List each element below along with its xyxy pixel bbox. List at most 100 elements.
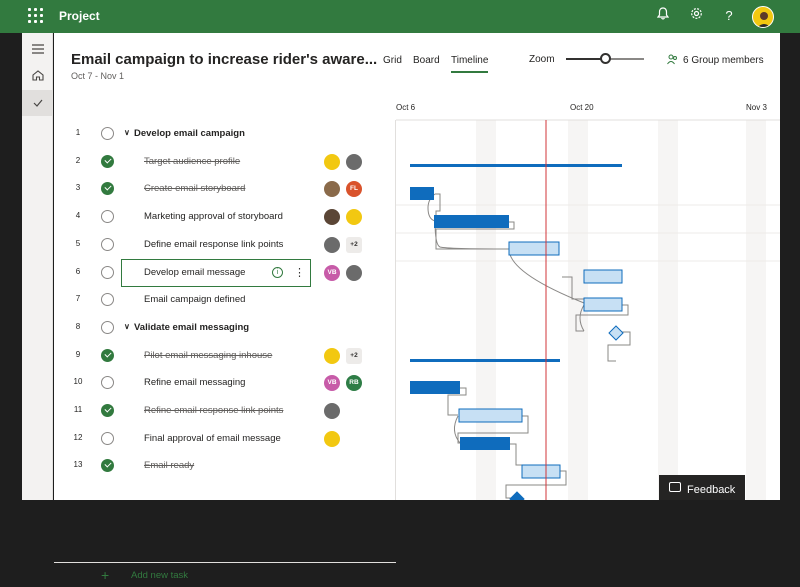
group-members-button[interactable]: 6 Group members (667, 54, 764, 66)
gantt-milestone-task-7[interactable] (608, 325, 624, 341)
task-complete-checkbox[interactable] (101, 459, 114, 473)
task-name[interactable]: Email ready (144, 460, 194, 471)
home-icon[interactable] (22, 64, 53, 90)
task-row[interactable]: 6 i ⋮ Develop email message VB (54, 258, 396, 287)
add-task-row[interactable]: + Add new task (54, 562, 396, 587)
gantt-bar-task-5[interactable] (583, 269, 623, 284)
task-name[interactable]: Create email storyboard (144, 183, 245, 194)
task-name[interactable]: Email campaign defined (144, 294, 245, 305)
zoom-slider[interactable] (566, 53, 644, 64)
timeline-pane: Oct 6 Oct 20 Nov 3 (396, 93, 780, 500)
assignee-avatar[interactable] (324, 209, 340, 226)
task-checkbox[interactable] (101, 265, 114, 279)
task-checkbox[interactable] (101, 320, 114, 334)
assignee-avatar[interactable]: VB (324, 264, 340, 281)
gantt-bar-task-2[interactable] (410, 187, 434, 200)
assignee-avatar[interactable] (324, 347, 340, 364)
app-launcher-icon[interactable] (28, 8, 44, 24)
task-name[interactable]: Pilot email messaging inhouse (144, 350, 272, 361)
assignee-avatar[interactable] (346, 209, 362, 226)
assignee-avatar[interactable] (324, 181, 340, 198)
gantt-group-bar[interactable] (410, 164, 622, 167)
task-row[interactable]: 11 Refine email response link points (54, 397, 396, 425)
add-task-label: Add new task (131, 570, 189, 581)
task-row[interactable]: 7 Email campaign defined (54, 286, 396, 314)
task-checkbox[interactable] (101, 237, 114, 251)
assignee-avatar[interactable] (324, 430, 340, 447)
gear-icon[interactable] (687, 7, 705, 25)
gantt-milestone-task-13[interactable] (509, 491, 525, 500)
task-checkbox[interactable] (101, 210, 114, 224)
gantt-bar-task-3[interactable] (434, 215, 509, 228)
tab-grid[interactable]: Grid (383, 55, 402, 66)
task-name[interactable]: Refine email response link points (144, 405, 283, 416)
task-row[interactable]: 9 Pilot email messaging inhouse +2 (54, 342, 396, 370)
task-complete-checkbox[interactable] (101, 182, 114, 196)
task-row[interactable]: 3 Create email storyboard FL (54, 175, 396, 203)
gantt-bar-task-10[interactable] (458, 408, 523, 423)
gantt-chart (396, 119, 780, 500)
task-name[interactable]: Refine email messaging (144, 377, 245, 388)
more-assignees-badge[interactable]: +2 (346, 236, 362, 253)
task-row[interactable]: 12 Final approval of email message (54, 425, 396, 453)
assignee-avatar[interactable]: FL (346, 181, 362, 198)
task-name[interactable]: Develop email message (144, 267, 245, 278)
left-nav (22, 33, 53, 500)
task-checkbox[interactable] (101, 293, 114, 307)
feedback-button[interactable]: Feedback (659, 475, 745, 500)
user-avatar[interactable] (752, 6, 774, 28)
task-number: 4 (75, 211, 81, 221)
app-name: Project (59, 9, 100, 23)
task-row[interactable]: 8 ∨ Validate email messaging (54, 314, 396, 342)
dependency-lines (427, 193, 631, 499)
task-complete-checkbox[interactable] (101, 404, 114, 417)
task-checkbox[interactable] (101, 431, 114, 445)
gantt-bar-task-6[interactable] (583, 297, 623, 312)
more-options-icon[interactable]: ⋮ (294, 266, 305, 279)
task-row[interactable]: 1 ∨ Develop email campaign (54, 120, 396, 148)
task-name[interactable]: Marketing approval of storyboard (144, 211, 283, 222)
more-assignees-badge[interactable]: +2 (346, 347, 362, 364)
my-tasks-icon[interactable] (22, 90, 53, 116)
assignee-avatar[interactable]: RB (346, 375, 362, 392)
gantt-group-bar[interactable] (410, 359, 560, 362)
task-name[interactable]: Target audience profile (144, 156, 240, 167)
zoom-slider-thumb[interactable] (600, 53, 611, 64)
menu-icon[interactable] (22, 37, 53, 63)
chevron-down-icon[interactable]: ∨ (124, 128, 130, 137)
assignee-avatar[interactable]: VB (324, 375, 340, 392)
task-group-name[interactable]: ∨ Validate email messaging (124, 322, 249, 333)
assignee-avatar[interactable] (324, 236, 340, 253)
task-name[interactable]: Final approval of email message (144, 433, 281, 444)
task-row[interactable]: 2 Target audience profile (54, 148, 396, 176)
plan-title: Email campaign to increase rider's aware… (71, 51, 378, 68)
gantt-bar-task-12[interactable] (521, 464, 561, 479)
task-row[interactable]: 13 Email ready (54, 452, 396, 480)
help-icon[interactable]: ? (720, 7, 738, 25)
assignee-avatar[interactable] (324, 403, 340, 419)
task-row[interactable]: 5 Define email response link points +2 (54, 231, 396, 259)
task-number: 7 (75, 294, 81, 304)
gantt-bar-task-4[interactable] (508, 241, 560, 256)
task-complete-checkbox[interactable] (101, 154, 114, 168)
chevron-down-icon[interactable]: ∨ (124, 322, 130, 331)
tab-timeline[interactable]: Timeline (451, 55, 489, 73)
tab-board[interactable]: Board (413, 55, 440, 66)
assignee-avatar[interactable] (346, 153, 362, 170)
task-name[interactable]: Define email response link points (144, 239, 283, 250)
gantt-bar-task-9[interactable] (410, 381, 460, 394)
task-row[interactable]: 4 Marketing approval of storyboard (54, 203, 396, 231)
frame-left (0, 33, 22, 500)
task-checkbox[interactable] (101, 127, 114, 140)
task-checkbox[interactable] (101, 376, 114, 390)
assignee-avatar[interactable] (346, 264, 362, 281)
task-row[interactable]: 10 Refine email messaging VB RB (54, 369, 396, 397)
task-number: 11 (73, 405, 83, 414)
task-group-name[interactable]: ∨ Develop email campaign (124, 128, 245, 139)
assignee-avatar[interactable] (324, 153, 340, 170)
bell-icon[interactable] (654, 7, 672, 25)
task-complete-checkbox[interactable] (101, 348, 114, 362)
info-icon[interactable]: i (272, 266, 283, 278)
gantt-bar-task-11[interactable] (460, 437, 510, 450)
plan-dates: Oct 7 - Nov 1 (71, 71, 125, 81)
